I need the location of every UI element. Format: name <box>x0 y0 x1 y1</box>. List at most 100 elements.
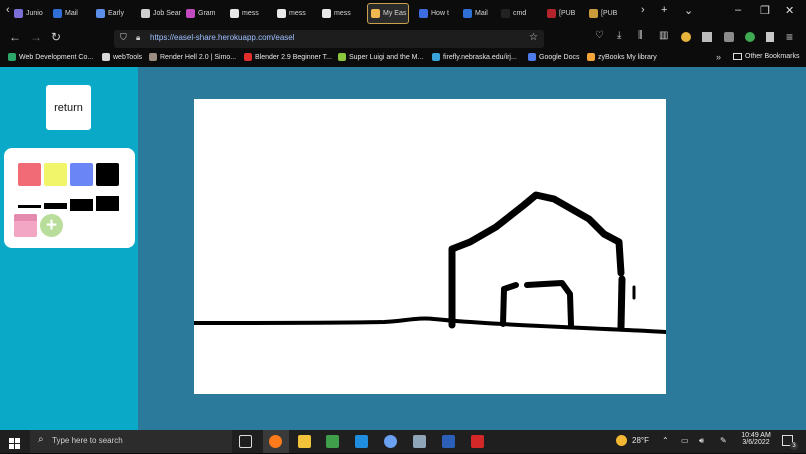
tab-favicon-icon <box>589 9 598 18</box>
pocket-icon[interactable]: ♡ <box>595 30 604 41</box>
account-avatar-icon[interactable] <box>681 32 691 42</box>
tracking-shield-icon[interactable]: ⛉ <box>120 32 127 43</box>
drawing-canvas[interactable] <box>192 99 668 394</box>
task-view-icon[interactable] <box>239 435 252 448</box>
bookmark-item[interactable]: firefly.nebraska.edu/irj... <box>432 53 517 61</box>
lock-icon[interactable]: 🔒︎ <box>136 33 140 43</box>
eraser-icon[interactable] <box>14 214 37 237</box>
bookmark-item[interactable]: Google Docs <box>528 53 579 61</box>
new-tab-icon[interactable]: + <box>661 4 667 16</box>
menu-icon[interactable]: ≡ <box>786 30 793 44</box>
reload-icon[interactable]: ↻ <box>51 30 61 44</box>
color-swatch[interactable] <box>70 163 93 186</box>
tab-favicon-icon <box>501 9 510 18</box>
bookmark-item[interactable]: Render Hell 2.0 | Simo... <box>149 53 236 61</box>
tab-list-icon[interactable]: ⌄ <box>684 4 693 17</box>
browser-tab[interactable]: cmd <box>501 3 541 24</box>
bookmark-item[interactable]: webTools <box>102 53 142 61</box>
tab-label: [PUB <box>559 10 576 17</box>
brush-size-large[interactable] <box>96 196 119 211</box>
search-placeholder: Type here to search <box>52 436 123 445</box>
pen-icon[interactable]: ✎ <box>720 436 727 445</box>
bookmark-star-icon[interactable]: ☆ <box>529 32 538 43</box>
tab-label: cmd <box>513 10 527 17</box>
taskbar-search-box[interactable]: ⌕ Type here to search <box>30 430 232 453</box>
close-window-icon[interactable]: ✕ <box>785 4 794 17</box>
browser-tab[interactable]: [PUB <box>589 3 627 24</box>
reader-icon[interactable] <box>766 32 774 42</box>
tab-favicon-icon <box>141 9 150 18</box>
browser-tab[interactable]: [PUB <box>547 3 585 24</box>
extension-grid-icon[interactable] <box>702 32 712 42</box>
address-bar[interactable]: ⛉ 🔒︎ https://easel-share.herokuapp.com/e… <box>114 30 544 48</box>
tab-label: Junio <box>26 10 43 17</box>
tab-favicon-icon <box>322 9 331 18</box>
browser-tab[interactable]: Mail <box>463 3 497 24</box>
browser-tab[interactable]: mess <box>322 3 362 24</box>
grammarly-extension-icon[interactable] <box>745 32 755 42</box>
chrome-icon[interactable] <box>384 435 397 448</box>
clock[interactable]: 10:49 AM 3/6/2022 <box>741 432 771 446</box>
tab-label: mess <box>334 10 351 17</box>
tab-favicon-icon <box>230 9 239 18</box>
browser-tab[interactable]: Mail <box>53 3 90 24</box>
add-color-icon[interactable]: + <box>40 214 63 237</box>
bookmark-favicon-icon <box>432 53 440 61</box>
acrobat-icon[interactable] <box>471 435 484 448</box>
downloads-icon[interactable]: ⤓ <box>617 30 621 41</box>
browser-tab[interactable]: Junio <box>14 3 48 24</box>
sidebar-toggle-icon[interactable]: ▥ <box>659 30 668 41</box>
word-icon[interactable] <box>442 435 455 448</box>
browser-tab[interactable]: Job Search <box>141 3 181 24</box>
library-icon[interactable]: ⫼ <box>638 30 643 41</box>
tab-label: mess <box>289 10 306 17</box>
bookmark-label: Blender 2.9 Beginner T... <box>255 53 332 61</box>
browser-tab[interactable]: Gram <box>186 3 226 24</box>
vscode-icon[interactable] <box>355 435 368 448</box>
bookmark-favicon-icon <box>587 53 595 61</box>
tab-scroll-left-icon[interactable]: ‹ <box>6 4 10 16</box>
tab-scroll-right-icon[interactable]: › <box>641 4 645 16</box>
bookmark-item[interactable]: Blender 2.9 Beginner T... <box>244 53 332 61</box>
app-icon[interactable] <box>326 435 339 448</box>
url-text[interactable]: https://easel-share.herokuapp.com/easel <box>150 33 295 42</box>
bookmark-item[interactable]: Web Development Co... <box>8 53 93 61</box>
bookmarks-overflow-icon[interactable]: » <box>716 52 721 62</box>
back-icon[interactable]: ← <box>9 30 21 44</box>
windows-start-icon[interactable] <box>9 436 20 449</box>
bookmark-favicon-icon <box>149 53 157 61</box>
bookmark-item[interactable]: Super Luigi and the M... <box>338 53 423 61</box>
return-button[interactable]: return <box>46 85 91 130</box>
firefox-icon[interactable] <box>269 435 282 448</box>
bookmark-label: Super Luigi and the M... <box>349 53 424 61</box>
brush-size-medium[interactable] <box>70 199 93 211</box>
brush-size-small[interactable] <box>44 203 67 209</box>
extension-icon[interactable] <box>724 32 734 42</box>
bookmark-label: webTools <box>113 53 143 61</box>
app-icon-2[interactable] <box>413 435 426 448</box>
minimize-icon[interactable]: – <box>735 4 741 16</box>
notification-count: 3 <box>790 442 798 450</box>
bookmark-label: zyBooks My library <box>598 53 657 61</box>
brush-size-extra-small[interactable] <box>18 205 41 208</box>
weather-icon[interactable] <box>616 435 627 446</box>
temperature[interactable]: 28°F <box>632 436 649 445</box>
color-swatch[interactable] <box>96 163 119 186</box>
network-icon[interactable]: ▭ <box>681 436 689 445</box>
color-swatch[interactable] <box>18 163 41 186</box>
volume-icon[interactable]: 🔊︎ <box>699 436 704 446</box>
browser-tab[interactable]: Early <box>96 3 136 24</box>
forward-icon[interactable]: → <box>30 30 42 44</box>
restore-icon[interactable]: ❐ <box>760 4 770 17</box>
show-hidden-icons-icon[interactable]: ⌃ <box>662 436 669 445</box>
browser-tab[interactable]: My Eas× <box>367 3 409 24</box>
file-explorer-icon[interactable] <box>298 435 311 448</box>
browser-tab[interactable]: mess <box>277 3 317 24</box>
bookmark-item[interactable]: zyBooks My library <box>587 53 657 61</box>
house-outline <box>448 191 626 331</box>
tab-favicon-icon <box>371 9 380 18</box>
other-bookmarks[interactable]: Other Bookmarks <box>733 53 799 60</box>
browser-tab[interactable]: How t <box>419 3 456 24</box>
color-swatch[interactable] <box>44 163 67 186</box>
browser-tab[interactable]: mess <box>230 3 270 24</box>
